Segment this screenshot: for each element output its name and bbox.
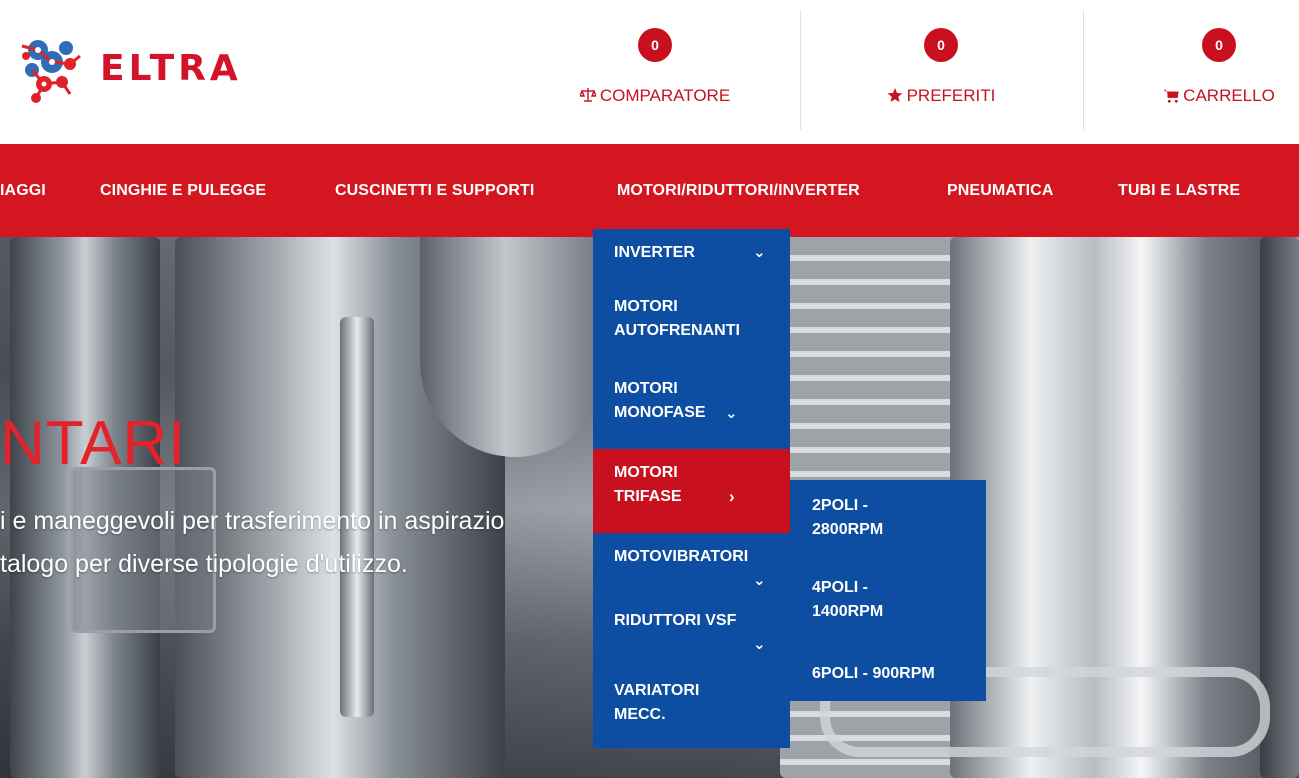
hero-subtitle-line-2: talogo per diverse tipologie d'utilizzo.: [0, 550, 408, 578]
motori-dropdown-menu: INVERTER ⌄ MOTORI AUTOFRENANTI MOTORI MO…: [593, 229, 790, 748]
menu-item-label: MOTOVIBRATORI: [614, 548, 749, 565]
carrello-count-badge: 0: [1202, 28, 1236, 62]
submenu-item-4poli-1400rpm[interactable]: 4POLI - 1400RPM: [812, 576, 883, 624]
chevron-down-icon[interactable]: ⌄: [725, 402, 738, 426]
submenu-item-label: 2800RPM: [812, 521, 884, 538]
nav-item-pneumatica[interactable]: PNEUMATICA: [947, 182, 1053, 200]
carrello-label: CARRELLO: [1183, 86, 1275, 105]
cart-icon: [1163, 89, 1180, 103]
menu-item-motori-trifase[interactable]: MOTORI TRIFASE ›: [593, 449, 790, 533]
preferiti-link[interactable]: 0 PREFERITI: [851, 28, 1031, 108]
menu-item-label: MOTORI: [614, 380, 678, 397]
nav-item-cinghie-e-pulegge[interactable]: CINGHIE E PULEGGE: [100, 182, 266, 200]
comparatore-count-badge: 0: [638, 28, 672, 62]
carrello-label-row: CARRELLO: [1129, 86, 1299, 106]
chevron-down-icon[interactable]: ⌄: [753, 241, 766, 265]
site-header: ELTRA 0 COMPARATORE 0 PREFERITI 0 CARREL…: [0, 0, 1299, 144]
menu-item-label: MOTORI: [614, 298, 678, 315]
tank-graphic: [420, 237, 610, 457]
nav-item-iaggi[interactable]: IAGGI: [0, 182, 46, 200]
comparatore-label-row: COMPARATORE: [565, 86, 745, 106]
eltra-logo[interactable]: ELTRA: [18, 36, 308, 116]
menu-item-riduttori-vsf[interactable]: RIDUTTORI VSF ⌄: [593, 609, 790, 665]
header-divider: [800, 10, 801, 130]
carrello-link[interactable]: 0 CARRELLO: [1129, 28, 1299, 108]
menu-item-label: AUTOFRENANTI: [614, 322, 740, 339]
chevron-down-icon[interactable]: ⌄: [753, 569, 766, 593]
motori-trifase-submenu: 2POLI - 2800RPM 4POLI - 1400RPM 6POLI - …: [790, 480, 986, 701]
comparatore-label: COMPARATORE: [599, 86, 731, 105]
preferiti-label: PREFERITI: [906, 86, 996, 105]
header-divider: [1083, 10, 1084, 130]
menu-item-motori-autofrenanti[interactable]: MOTORI AUTOFRENANTI: [593, 295, 790, 355]
menu-item-motovibratori[interactable]: MOTOVIBRATORI ⌄: [593, 545, 790, 601]
submenu-item-label: 6POLI - 900RPM: [812, 665, 935, 682]
preferiti-label-row: PREFERITI: [851, 86, 1031, 106]
submenu-item-label: 1400RPM: [812, 603, 884, 620]
menu-item-label: VARIATORI: [614, 682, 700, 699]
hero-subtitle-line-1: i e maneggevoli per trasferimento in asp…: [0, 507, 505, 535]
menu-item-label: TRIFASE: [614, 488, 682, 505]
preferiti-count-badge: 0: [924, 28, 958, 62]
nav-item-tubi-e-lastre[interactable]: TUBI E LASTRE: [1118, 182, 1240, 200]
chevron-down-icon[interactable]: ⌄: [753, 633, 766, 657]
menu-item-label: RIDUTTORI VSF: [614, 612, 737, 629]
menu-item-label: MOTORI: [614, 464, 678, 481]
nav-item-cuscinetti-e-supporti[interactable]: CUSCINETTI E SUPPORTI: [335, 182, 534, 200]
star-icon: [887, 88, 902, 103]
main-nav: IAGGI CINGHIE E PULEGGE CUSCINETTI E SUP…: [0, 144, 1299, 237]
menu-item-label: MONOFASE: [614, 404, 706, 421]
nav-item-motori-riduttori-inverter[interactable]: MOTORI/RIDUTTORI/INVERTER: [617, 182, 860, 200]
gear-network-logo-icon: [21, 40, 81, 103]
logo-wordmark: ELTRA: [100, 48, 242, 89]
submenu-item-label: 4POLI -: [812, 579, 869, 596]
scale-icon: [578, 88, 597, 102]
submenu-item-label: 2POLI -: [812, 497, 869, 514]
comparatore-link[interactable]: 0 COMPARATORE: [565, 28, 745, 108]
menu-item-variatori-mecc[interactable]: VARIATORI MECC.: [593, 679, 790, 739]
chevron-right-icon[interactable]: ›: [729, 485, 735, 509]
submenu-item-2poli-2800rpm[interactable]: 2POLI - 2800RPM: [812, 494, 883, 542]
menu-item-inverter[interactable]: INVERTER ⌄: [593, 241, 790, 281]
hero-title: NTARI: [0, 409, 187, 478]
menu-item-label: MECC.: [614, 706, 666, 723]
menu-item-motori-monofase[interactable]: MOTORI MONOFASE ⌄: [593, 377, 790, 437]
submenu-item-6poli-900rpm[interactable]: 6POLI - 900RPM: [812, 662, 935, 686]
